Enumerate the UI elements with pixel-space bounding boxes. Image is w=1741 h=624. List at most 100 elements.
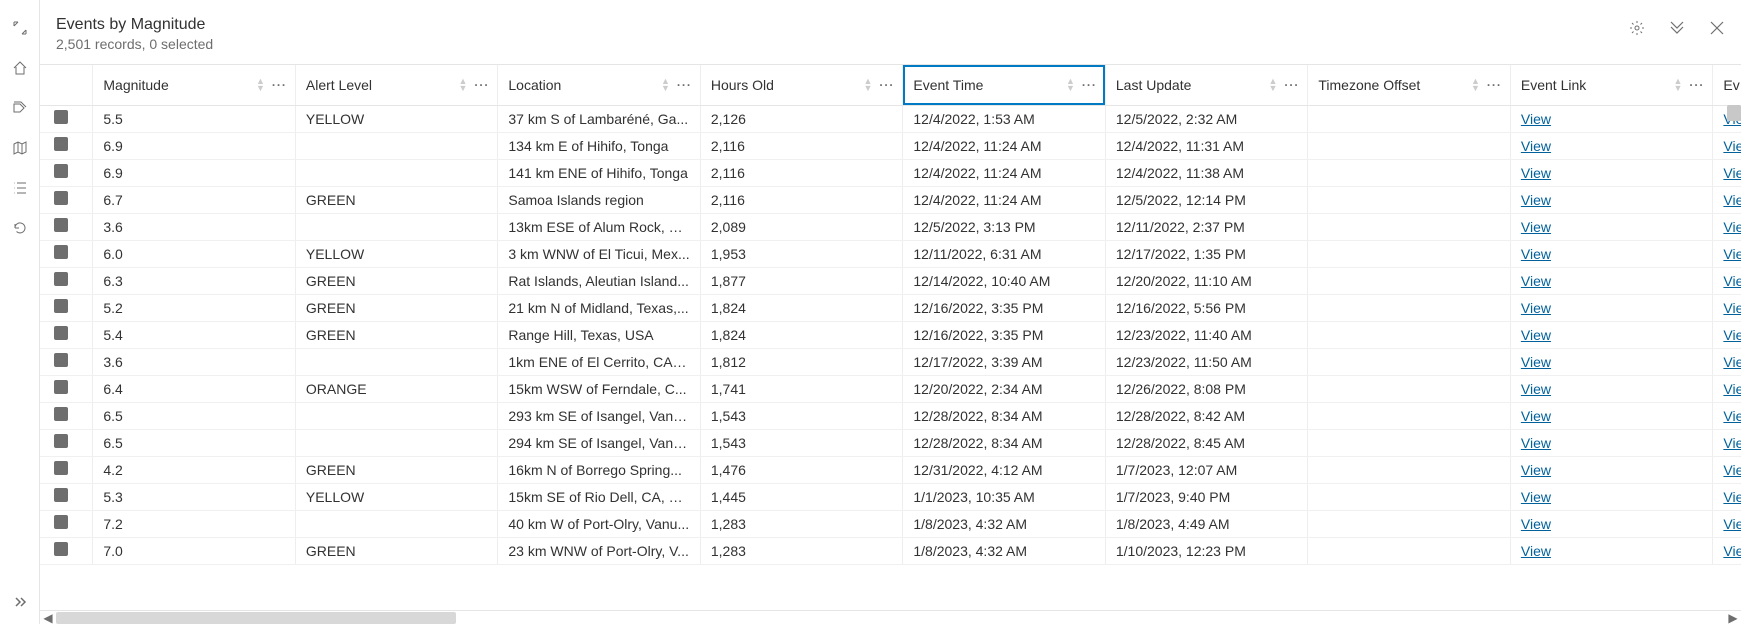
- view-link[interactable]: View: [1521, 138, 1551, 154]
- expand-panel-icon[interactable]: [12, 594, 28, 610]
- view-link-overflow[interactable]: Vie: [1723, 462, 1741, 478]
- view-link-overflow[interactable]: Vie: [1723, 354, 1741, 370]
- row-checkbox[interactable]: [54, 191, 68, 205]
- view-link-overflow[interactable]: Vie: [1723, 543, 1741, 559]
- column-header-overflow[interactable]: Ev: [1713, 65, 1741, 105]
- column-menu-icon[interactable]: ···: [879, 78, 894, 92]
- sort-icon[interactable]: ▲▼: [863, 78, 872, 92]
- table-row[interactable]: 4.2GREEN16km N of Borrego Spring...1,476…: [40, 456, 1741, 483]
- select-column-header[interactable]: [40, 65, 93, 105]
- view-link[interactable]: View: [1521, 219, 1551, 235]
- row-checkbox[interactable]: [54, 272, 68, 286]
- expand-icon[interactable]: [12, 20, 28, 36]
- view-link[interactable]: View: [1521, 489, 1551, 505]
- table-row[interactable]: 6.4ORANGE15km WSW of Ferndale, C...1,741…: [40, 375, 1741, 402]
- table-row[interactable]: 7.240 km W of Port-Olry, Vanu...1,2831/8…: [40, 510, 1741, 537]
- view-link-overflow[interactable]: Vie: [1723, 435, 1741, 451]
- view-link-overflow[interactable]: Vie: [1723, 165, 1741, 181]
- row-checkbox[interactable]: [54, 164, 68, 178]
- row-checkbox[interactable]: [54, 218, 68, 232]
- column-header-event-link[interactable]: Event Link ▲▼ ···: [1510, 65, 1713, 105]
- column-header-alert[interactable]: Alert Level ▲▼ ···: [295, 65, 498, 105]
- view-link[interactable]: View: [1521, 273, 1551, 289]
- row-checkbox[interactable]: [54, 353, 68, 367]
- view-link[interactable]: View: [1521, 300, 1551, 316]
- column-menu-icon[interactable]: ···: [272, 78, 287, 92]
- view-link[interactable]: View: [1521, 111, 1551, 127]
- table-row[interactable]: 5.2GREEN21 km N of Midland, Texas,...1,8…: [40, 294, 1741, 321]
- sort-icon[interactable]: ▲▼: [1471, 78, 1480, 92]
- sort-icon[interactable]: ▲▼: [256, 78, 265, 92]
- table-row[interactable]: 6.5294 km SE of Isangel, Vanu...1,54312/…: [40, 429, 1741, 456]
- tag-icon[interactable]: [12, 100, 28, 116]
- view-link-overflow[interactable]: Vie: [1723, 327, 1741, 343]
- row-checkbox[interactable]: [54, 407, 68, 421]
- row-checkbox[interactable]: [54, 380, 68, 394]
- view-link-overflow[interactable]: Vie: [1723, 300, 1741, 316]
- view-link[interactable]: View: [1521, 543, 1551, 559]
- view-link[interactable]: View: [1521, 462, 1551, 478]
- collapse-icon[interactable]: [1669, 20, 1685, 36]
- view-link[interactable]: View: [1521, 381, 1551, 397]
- view-link-overflow[interactable]: Vie: [1723, 246, 1741, 262]
- row-checkbox[interactable]: [54, 110, 68, 124]
- vertical-scrollbar-thumb[interactable]: [1727, 105, 1741, 121]
- sort-icon[interactable]: ▲▼: [458, 78, 467, 92]
- row-checkbox[interactable]: [54, 488, 68, 502]
- view-link[interactable]: View: [1521, 516, 1551, 532]
- sort-icon[interactable]: ▲▼: [661, 78, 670, 92]
- view-link-overflow[interactable]: Vie: [1723, 192, 1741, 208]
- view-link[interactable]: View: [1521, 246, 1551, 262]
- horizontal-scrollbar[interactable]: ◀ ▶: [40, 610, 1741, 624]
- gear-icon[interactable]: [1629, 20, 1645, 36]
- table-row[interactable]: 6.9134 km E of Hihifo, Tonga2,11612/4/20…: [40, 132, 1741, 159]
- table-row[interactable]: 6.0YELLOW3 km WNW of El Ticui, Mex...1,9…: [40, 240, 1741, 267]
- column-menu-icon[interactable]: ···: [1284, 78, 1299, 92]
- row-checkbox[interactable]: [54, 326, 68, 340]
- view-link-overflow[interactable]: Vie: [1723, 408, 1741, 424]
- view-link[interactable]: View: [1521, 327, 1551, 343]
- column-header-event-time[interactable]: Event Time ▲▼ ···: [903, 65, 1106, 105]
- sort-icon[interactable]: ▲▼: [1066, 78, 1075, 92]
- column-header-magnitude[interactable]: Magnitude ▲▼ ···: [93, 65, 296, 105]
- column-header-hours[interactable]: Hours Old ▲▼ ···: [700, 65, 903, 105]
- column-menu-icon[interactable]: ···: [474, 78, 489, 92]
- table-row[interactable]: 3.61km ENE of El Cerrito, CA, ...1,81212…: [40, 348, 1741, 375]
- table-row[interactable]: 5.3YELLOW15km SE of Rio Dell, CA, U...1,…: [40, 483, 1741, 510]
- column-header-last-update[interactable]: Last Update ▲▼ ···: [1105, 65, 1308, 105]
- home-icon[interactable]: [12, 60, 28, 76]
- view-link-overflow[interactable]: Vie: [1723, 516, 1741, 532]
- scroll-right-arrow[interactable]: ▶: [1725, 611, 1741, 624]
- row-checkbox[interactable]: [54, 137, 68, 151]
- sort-icon[interactable]: ▲▼: [1673, 78, 1682, 92]
- table-row[interactable]: 6.7GREENSamoa Islands region2,11612/4/20…: [40, 186, 1741, 213]
- refresh-icon[interactable]: [12, 220, 28, 236]
- row-checkbox[interactable]: [54, 515, 68, 529]
- view-link-overflow[interactable]: Vie: [1723, 489, 1741, 505]
- view-link-overflow[interactable]: Vie: [1723, 381, 1741, 397]
- row-checkbox[interactable]: [54, 245, 68, 259]
- list-icon[interactable]: [12, 180, 28, 196]
- sort-icon[interactable]: ▲▼: [1268, 78, 1277, 92]
- row-checkbox[interactable]: [54, 461, 68, 475]
- table-row[interactable]: 5.5YELLOW37 km S of Lambaréné, Ga...2,12…: [40, 105, 1741, 132]
- table-row[interactable]: 6.5293 km SE of Isangel, Vanu...1,54312/…: [40, 402, 1741, 429]
- view-link[interactable]: View: [1521, 408, 1551, 424]
- column-header-location[interactable]: Location ▲▼ ···: [498, 65, 701, 105]
- column-menu-icon[interactable]: ···: [1487, 78, 1502, 92]
- table-row[interactable]: 6.3GREENRat Islands, Aleutian Island...1…: [40, 267, 1741, 294]
- view-link[interactable]: View: [1521, 435, 1551, 451]
- row-checkbox[interactable]: [54, 542, 68, 556]
- table-row[interactable]: 6.9141 km ENE of Hihifo, Tonga2,11612/4/…: [40, 159, 1741, 186]
- row-checkbox[interactable]: [54, 299, 68, 313]
- view-link-overflow[interactable]: Vie: [1723, 273, 1741, 289]
- table-row[interactable]: 7.0GREEN23 km WNW of Port-Olry, V...1,28…: [40, 537, 1741, 564]
- scrollbar-thumb[interactable]: [56, 612, 456, 624]
- column-menu-icon[interactable]: ···: [677, 78, 692, 92]
- column-menu-icon[interactable]: ···: [1082, 78, 1097, 92]
- close-icon[interactable]: [1709, 20, 1725, 36]
- column-header-timezone[interactable]: Timezone Offset ▲▼ ···: [1308, 65, 1511, 105]
- scroll-left-arrow[interactable]: ◀: [40, 611, 56, 624]
- view-link[interactable]: View: [1521, 192, 1551, 208]
- view-link-overflow[interactable]: Vie: [1723, 138, 1741, 154]
